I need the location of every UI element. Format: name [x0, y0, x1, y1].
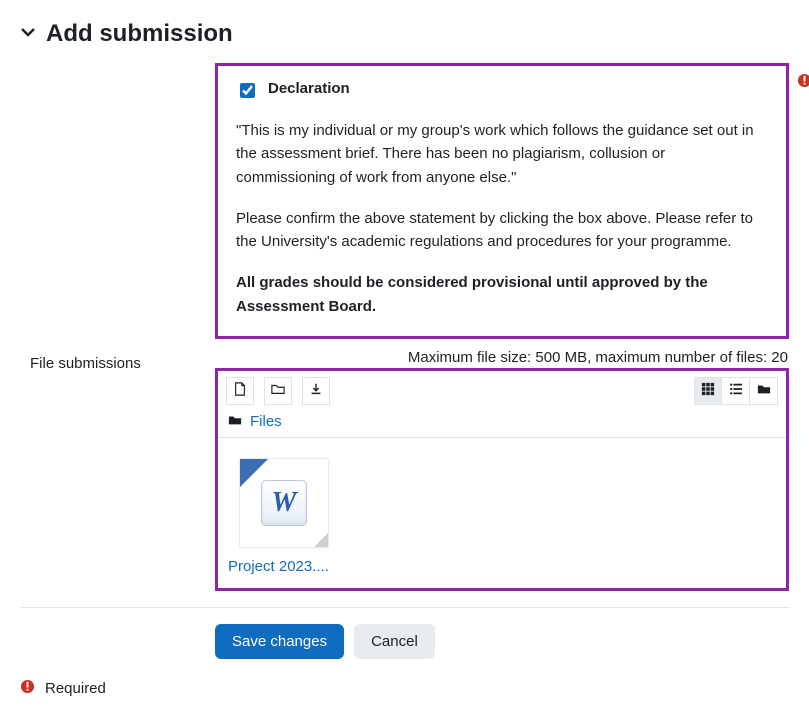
- file-icon: [233, 382, 247, 399]
- download-all-button[interactable]: [302, 377, 330, 405]
- save-button[interactable]: Save changes: [215, 624, 344, 659]
- file-submissions-box: Files W Project 2023....: [215, 368, 789, 591]
- empty-label: [20, 63, 215, 69]
- declaration-provisional: All grades should be considered provisio…: [236, 271, 768, 318]
- filepicker-body: W Project 2023....: [218, 438, 786, 588]
- folder-solid-icon: [228, 413, 242, 431]
- file-tile[interactable]: W Project 2023....: [228, 458, 340, 575]
- file-name: Project 2023....: [228, 558, 340, 575]
- folder-icon: [271, 382, 285, 399]
- file-submissions-label: File submissions: [20, 349, 215, 372]
- declaration-text: "This is my individual or my group's wor…: [236, 119, 768, 318]
- declaration-checkbox[interactable]: [240, 83, 255, 98]
- list-icon: [729, 382, 743, 399]
- filepicker-toolbar: [218, 371, 786, 411]
- form-actions: Save changes Cancel: [20, 624, 789, 659]
- download-icon: [309, 382, 323, 399]
- declaration-box: Declaration "This is my individual or my…: [215, 63, 789, 339]
- create-folder-button[interactable]: [264, 377, 292, 405]
- required-icon: [797, 73, 809, 92]
- view-tree-button[interactable]: [750, 377, 778, 405]
- section-toggle[interactable]: Add submission: [20, 20, 789, 48]
- view-icons-button[interactable]: [694, 377, 722, 405]
- cancel-button[interactable]: Cancel: [354, 624, 435, 659]
- grid-icon: [701, 382, 715, 399]
- declaration-label: Declaration: [268, 80, 350, 97]
- declaration-statement: "This is my individual or my group's wor…: [236, 119, 768, 189]
- view-list-button[interactable]: [722, 377, 750, 405]
- divider: [20, 607, 789, 608]
- page-title: Add submission: [46, 20, 233, 48]
- filepicker-breadcrumb: Files: [218, 411, 786, 438]
- chevron-down-icon: [20, 24, 36, 44]
- add-file-button[interactable]: [226, 377, 254, 405]
- word-doc-icon: W: [239, 458, 329, 548]
- breadcrumb-root-link[interactable]: Files: [250, 413, 282, 430]
- required-label: Required: [45, 680, 106, 697]
- file-limits-text: Maximum file size: 500 MB, maximum numbe…: [215, 349, 789, 366]
- declaration-instruction: Please confirm the above statement by cl…: [236, 207, 768, 254]
- folder-solid-icon: [757, 382, 771, 399]
